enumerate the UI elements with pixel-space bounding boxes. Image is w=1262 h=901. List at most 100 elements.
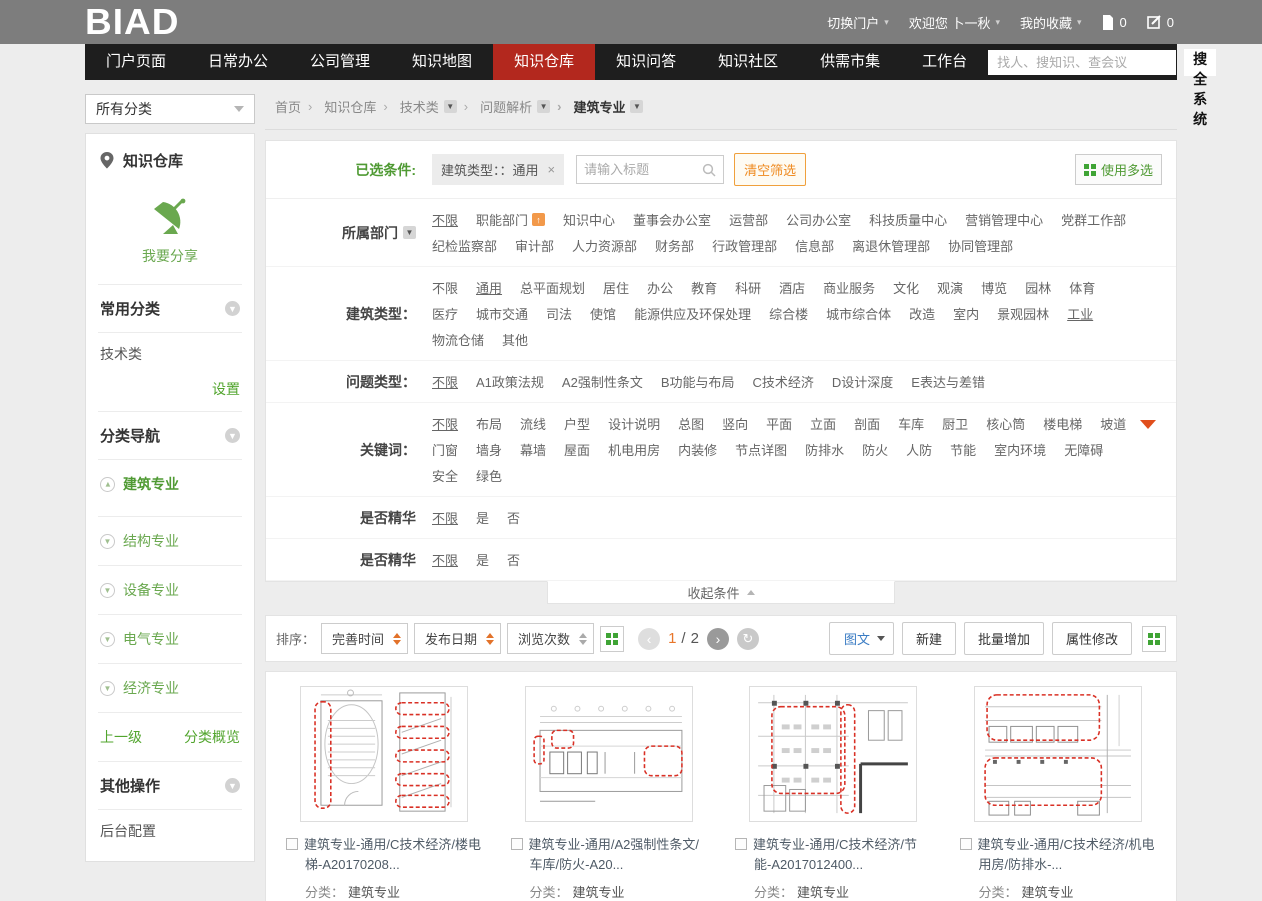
filter-option[interactable]: 剖面 (854, 414, 880, 433)
filter-option[interactable]: 无障碍 (1064, 440, 1103, 459)
nav-item[interactable]: 知识地图 (391, 44, 493, 80)
filter-option[interactable]: 协同管理部↑ (948, 236, 1013, 255)
filter-option[interactable]: 户型 (564, 414, 590, 433)
filter-option[interactable]: 设计说明 (608, 414, 660, 433)
backend-config-link[interactable]: 后台配置 (98, 809, 242, 857)
nav-item[interactable]: 知识问答 (595, 44, 697, 80)
filter-option[interactable]: 居住 (603, 278, 629, 297)
filter-option[interactable]: 不限 (432, 550, 458, 569)
share-action[interactable]: 我要分享 (98, 183, 242, 284)
chevron-circle-icon[interactable]: ▼ (225, 778, 240, 793)
nav-item[interactable]: 知识仓库 (493, 44, 595, 80)
chevron-circle-icon[interactable]: ▼ (225, 428, 240, 443)
global-search-button[interactable]: 搜全系统 (1184, 49, 1216, 76)
filter-option[interactable]: D设计深度 (832, 372, 893, 391)
filter-option[interactable]: 人力资源部↑ (572, 236, 637, 255)
filter-option[interactable]: 党群工作部↑ (1061, 210, 1126, 229)
filter-option[interactable]: 不限 (432, 278, 458, 297)
breadcrumb-item[interactable]: 问题解析 ▼ (464, 97, 550, 116)
card-thumbnail-garage-plan[interactable] (525, 686, 693, 822)
filter-option[interactable]: 司法 (546, 304, 572, 323)
filter-option[interactable]: 营销管理中心↑ (965, 210, 1043, 229)
chevron-circle-icon[interactable]: ▼ (100, 583, 115, 598)
filter-option[interactable]: 办公 (647, 278, 673, 297)
grid-view-toggle[interactable] (600, 626, 624, 652)
share-label[interactable]: 我要分享 (98, 246, 242, 266)
card-checkbox[interactable] (735, 838, 747, 850)
nav-item[interactable]: 知识社区 (697, 44, 799, 80)
clear-filters-button[interactable]: 清空筛选 (734, 153, 806, 186)
filter-option[interactable]: 教育 (691, 278, 717, 297)
filter-option[interactable]: 博览 (981, 278, 1007, 297)
grid-view-toggle[interactable] (1142, 626, 1166, 652)
filter-option[interactable]: 机电用房 (608, 440, 660, 459)
filter-option[interactable]: 运营部↑ (729, 210, 768, 229)
filter-option[interactable]: 幕墙 (520, 440, 546, 459)
filter-option[interactable]: 使馆 (590, 304, 616, 323)
filter-option[interactable]: 观演 (937, 278, 963, 297)
filter-option[interactable]: 物流仓储 (432, 330, 484, 349)
filter-option[interactable]: E表达与差错 (911, 372, 985, 391)
topbar-link[interactable]: 欢迎您 卜一秋▾ (909, 13, 1000, 32)
up-level-link[interactable]: 上一级 (100, 727, 142, 747)
prev-page-button[interactable]: ‹ (638, 628, 660, 650)
filter-option[interactable]: A1政策法规 (476, 372, 544, 391)
chevron-circle-icon[interactable]: ▼ (100, 477, 115, 492)
collapse-conditions-tab[interactable]: 收起条件 (547, 581, 895, 604)
filter-option[interactable]: 职能部门↑ (476, 210, 545, 229)
card-title[interactable]: 建筑专业-通用/C技术经济/机电用房/防排水-... (960, 835, 1157, 874)
filter-option[interactable]: 城市综合体 (826, 304, 891, 323)
filter-option[interactable]: 工业 (1067, 304, 1093, 323)
filter-option[interactable]: 墙身 (476, 440, 502, 459)
batch-add-button[interactable]: 批量增加 (964, 622, 1044, 655)
nav-item[interactable]: 工作台 (901, 44, 988, 80)
filter-option[interactable]: 不限 (432, 508, 458, 527)
filter-option[interactable]: 审计部↑ (515, 236, 554, 255)
filter-option[interactable]: 节点详图 (735, 440, 787, 459)
filter-option[interactable]: 立面 (810, 414, 836, 433)
filter-option[interactable]: 室内环境 (994, 440, 1046, 459)
topbar-link[interactable]: 我的收藏▾ (1020, 13, 1082, 32)
filter-option[interactable]: 综合楼 (769, 304, 808, 323)
filter-option[interactable]: 安全 (432, 466, 458, 485)
chevron-circle-icon[interactable]: ▼ (100, 681, 115, 696)
document-counter[interactable]: 0 (1102, 15, 1127, 30)
title-search-input[interactable] (584, 162, 702, 177)
filter-option[interactable]: A2强制性条文 (562, 372, 643, 391)
chevron-circle-icon[interactable]: ▼ (100, 534, 115, 549)
filter-option[interactable]: 流线 (520, 414, 546, 433)
category-overview-link[interactable]: 分类概览 (184, 727, 240, 747)
breadcrumb-item[interactable]: 知识仓库 ▼ (308, 97, 376, 116)
topbar-link[interactable]: 切换门户▾ (827, 13, 889, 32)
filter-option[interactable]: C技术经济 (753, 372, 814, 391)
expand-more-triangle-icon[interactable] (1140, 420, 1156, 429)
filter-option[interactable]: 公司办公室↑ (786, 210, 851, 229)
multi-select-button[interactable]: 使用多选 (1075, 154, 1162, 185)
sidebar-item-tech-category[interactable]: 技术类 (98, 332, 242, 375)
filter-option[interactable]: 能源供应及环保处理 (634, 304, 751, 323)
card-title[interactable]: 建筑专业-通用/A2强制性条文/车库/防火-A20... (511, 835, 708, 874)
filter-option[interactable]: 商业服务 (823, 278, 875, 297)
breadcrumb-item[interactable]: 首页 ▼ (275, 97, 301, 116)
sidebar-category[interactable]: ▼ 经济专业 (98, 663, 242, 712)
filter-option[interactable]: 楼电梯 (1043, 414, 1082, 433)
filter-option[interactable]: B功能与布局 (661, 372, 735, 391)
filter-option[interactable]: 改造 (909, 304, 935, 323)
section-common-categories[interactable]: 常用分类 ▼ (98, 284, 242, 332)
sort-button[interactable]: 浏览次数 (507, 623, 594, 654)
sidebar-category[interactable]: ▼ 结构专业 (98, 516, 242, 565)
filter-option[interactable]: 财务部↑ (655, 236, 694, 255)
modify-attributes-button[interactable]: 属性修改 (1052, 622, 1132, 655)
sidebar-category[interactable]: ▼ 电气专业 (98, 614, 242, 663)
filter-option[interactable]: 防排水 (805, 440, 844, 459)
filter-option[interactable]: 总平面规划 (520, 278, 585, 297)
sort-button[interactable]: 完善时间 (321, 623, 408, 654)
filter-option[interactable]: 防火 (862, 440, 888, 459)
all-categories-dropdown[interactable]: 所有分类 (85, 94, 255, 124)
filter-option[interactable]: 知识中心↑ (563, 210, 615, 229)
card-thumbnail-floor-plan[interactable] (749, 686, 917, 822)
search-icon[interactable] (702, 163, 716, 177)
filter-option[interactable]: 体育 (1069, 278, 1095, 297)
card-checkbox[interactable] (286, 838, 298, 850)
card-title[interactable]: 建筑专业-通用/C技术经济/楼电梯-A20170208... (286, 835, 483, 874)
